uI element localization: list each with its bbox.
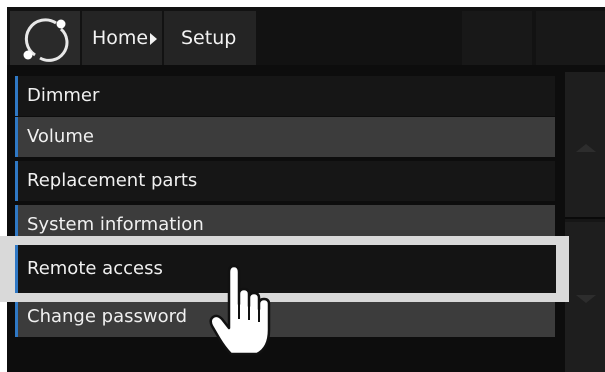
triangle-right-icon: [150, 33, 157, 45]
menu-item-change-password[interactable]: Change password: [15, 297, 555, 337]
scrollbar: [565, 72, 605, 372]
logo-button[interactable]: [10, 11, 80, 65]
menu-item-label: Dimmer: [27, 85, 100, 106]
menu-item-label: Change password: [27, 306, 188, 327]
hand-pointer-icon: [209, 264, 271, 356]
menu-item-label: System information: [27, 214, 204, 235]
menu-item-label: Replacement parts: [27, 170, 198, 191]
device-screen: Home Setup Dimmer Volume Replacement par…: [7, 7, 605, 372]
scroll-up-icon: [576, 144, 596, 152]
top-bar: Home Setup: [7, 7, 605, 65]
header-empty-slot: [536, 11, 605, 65]
scroll-down-icon: [576, 295, 596, 303]
breadcrumb-home[interactable]: Home: [82, 11, 162, 65]
header-empty-slot: [462, 11, 532, 65]
breadcrumb-setup-label: Setup: [181, 27, 237, 49]
menu-item-volume[interactable]: Volume: [15, 117, 555, 157]
breadcrumb-home-label: Home: [92, 27, 149, 49]
menu-item-label: Remote access: [27, 258, 163, 279]
ring-logo-icon: [23, 18, 69, 62]
breadcrumb-setup[interactable]: Setup: [164, 11, 256, 65]
menu-item-dimmer[interactable]: Dimmer: [15, 76, 555, 116]
menu-item-replacement-parts[interactable]: Replacement parts: [15, 161, 555, 201]
menu-item-label: Volume: [27, 126, 94, 147]
scroll-up-button[interactable]: [565, 72, 605, 219]
scroll-down-button[interactable]: [565, 222, 605, 372]
menu-item-remote-access[interactable]: Remote access: [15, 245, 556, 293]
